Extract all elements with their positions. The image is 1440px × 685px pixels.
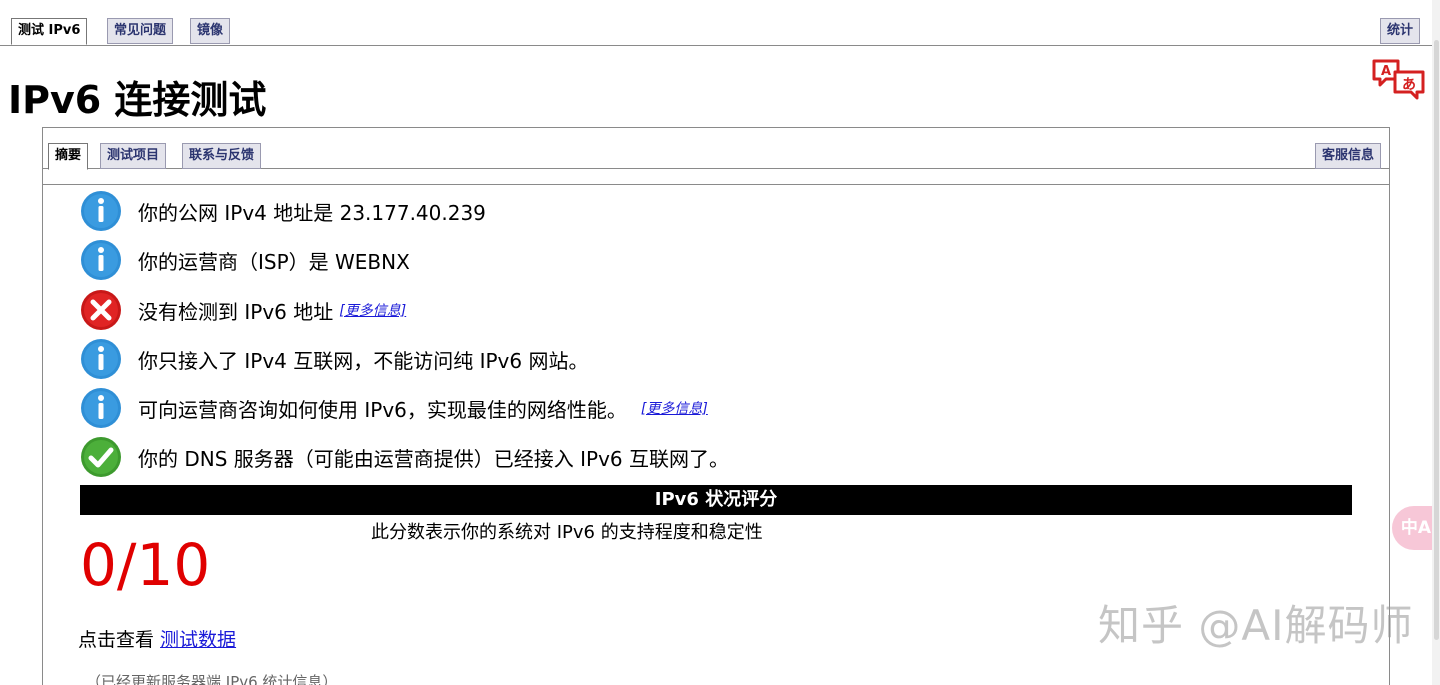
tab-faq[interactable]: 常见问题: [107, 18, 174, 44]
result-text: 你的 DNS 服务器（可能由运营商提供）已经接入 IPv6 互联网了。: [138, 446, 730, 471]
result-text: 没有检测到 IPv6 地址: [138, 299, 334, 324]
result-text: 你只接入了 IPv4 互联网，不能访问纯 IPv6 网站。: [138, 348, 589, 373]
info-icon: [81, 191, 121, 231]
result-text: 你的公网 IPv4 地址是 23.177.40.239: [138, 200, 486, 225]
info-icon: [81, 339, 121, 379]
page-title: IPv6 连接测试: [8, 78, 267, 122]
tab-mirror[interactable]: 镜像: [190, 18, 231, 44]
info-icon: [81, 388, 121, 428]
result-row-no-ipv6: 没有检测到 IPv6 地址 [更多信息]: [80, 288, 406, 332]
result-row-ask-isp: 可向运营商咨询如何使用 IPv6，实现最佳的网络性能。 [更多信息]: [80, 386, 708, 430]
click-view-line: 点击查看 测试数据: [78, 626, 236, 654]
tab-contact-feedback[interactable]: 联系与反馈: [182, 143, 262, 169]
result-text: 可向运营商咨询如何使用 IPv6，实现最佳的网络性能。: [138, 397, 627, 422]
translate-icon[interactable]: A あ: [1371, 58, 1427, 100]
tab-summary[interactable]: 摘要: [48, 143, 89, 170]
result-row-ipv4-only: 你只接入了 IPv4 互联网，不能访问纯 IPv6 网站。: [80, 337, 588, 381]
tab-test-ipv6[interactable]: 测试 IPv6: [11, 18, 88, 45]
svg-text:あ: あ: [1402, 77, 1416, 93]
result-row-dns: 你的 DNS 服务器（可能由运营商提供）已经接入 IPv6 互联网了。: [80, 435, 729, 479]
result-row-isp: 你的运营商（ISP）是 WEBNX: [80, 238, 410, 282]
info-icon: [81, 240, 121, 280]
watermark: 知乎 @AI解码师: [1098, 601, 1414, 650]
test-data-link[interactable]: 测试数据: [160, 629, 236, 651]
score-description: 此分数表示你的系统对 IPv6 的支持程度和稳定性: [371, 522, 763, 543]
tab-stats[interactable]: 统计: [1380, 18, 1421, 44]
result-row-ipv4: 你的公网 IPv4 地址是 23.177.40.239: [80, 189, 486, 233]
result-text: 你的运营商（ISP）是 WEBNX: [138, 249, 410, 274]
panel-tab-divider-2: [42, 184, 1390, 185]
click-view-prefix: 点击查看: [78, 629, 161, 651]
scrollbar-thumb[interactable]: [1434, 40, 1439, 640]
check-icon: [81, 437, 121, 477]
more-info-link[interactable]: [更多信息]: [339, 300, 406, 320]
tab-support-info[interactable]: 客服信息: [1315, 143, 1382, 169]
svg-text:A: A: [1381, 64, 1391, 79]
updated-note: （已经更新服务器端 IPv6 统计信息）: [86, 673, 338, 685]
score-header: IPv6 状况评分: [80, 485, 1352, 515]
error-icon: [81, 290, 121, 330]
more-info-link[interactable]: [更多信息]: [641, 398, 708, 418]
score-value: 0/10: [80, 531, 211, 599]
tab-test-items[interactable]: 测试项目: [100, 143, 167, 169]
